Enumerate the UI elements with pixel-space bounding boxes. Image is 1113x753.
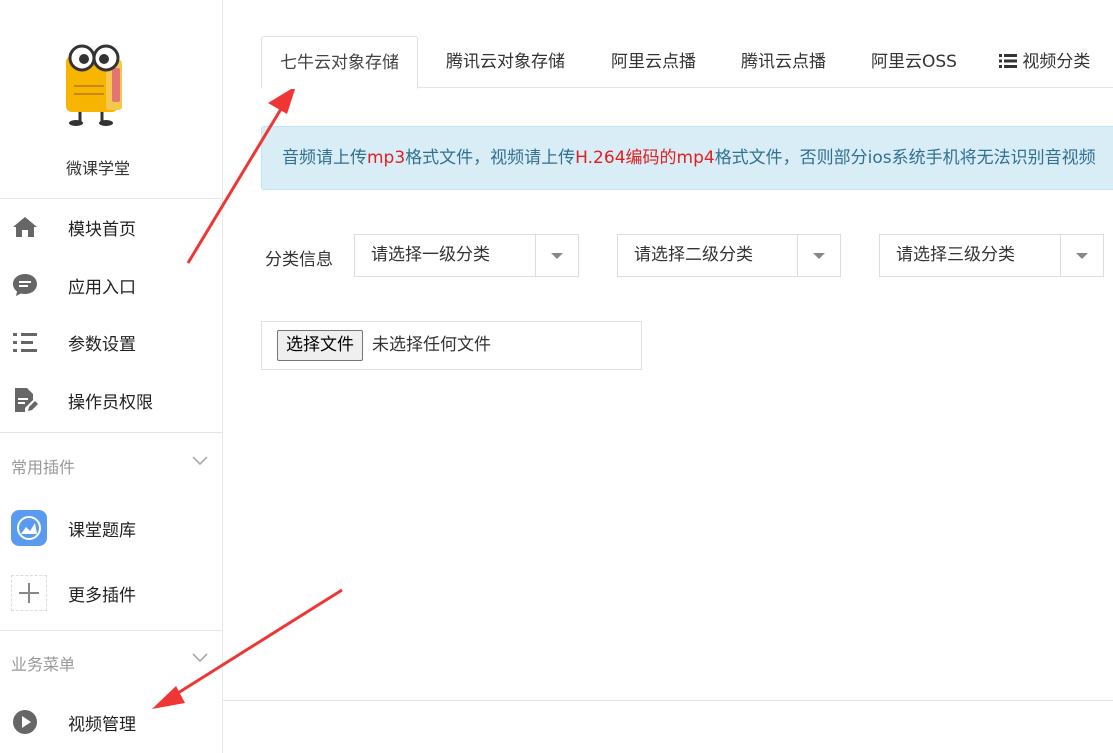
tab-label: 视频分类 (1022, 52, 1091, 72)
notice-text: 格式文件，视频请上传 (405, 148, 576, 168)
dropdown-toggle[interactable] (1060, 235, 1103, 276)
dropdown-toggle[interactable] (797, 235, 840, 276)
divider (0, 432, 222, 433)
nav-item-parameter-settings[interactable]: 参数设置 (0, 320, 222, 364)
caret-down-icon (813, 253, 825, 259)
select-level2-category[interactable]: 请选择二级分类 (617, 234, 841, 277)
file-upload-field: 选择文件 未选择任何文件 (261, 321, 642, 370)
select-value: 请选择三级分类 (896, 245, 1015, 265)
nav-item-classroom-quiz[interactable]: 课堂题库 (0, 506, 222, 550)
tab-tencent-storage[interactable]: 腾讯云对象存储 (446, 36, 565, 88)
upload-format-notice: 音频请上传mp3格式文件，视频请上传H.264编码的mp4格式文件，否则部分io… (261, 126, 1113, 190)
notice-text: 格式文件，否则部分ios系统手机将无法识别音视频 (714, 148, 1096, 168)
app-logo-icon (66, 44, 122, 126)
chat-bubble-icon (12, 272, 38, 298)
select-value: 请选择二级分类 (634, 245, 753, 265)
notice-highlight: H.264编码的mp4 (575, 148, 715, 168)
sidebar: 微课学堂 模块首页 应用入口 参数设置 操作员权限 常用插件 课堂题库 更多插件… (0, 0, 223, 753)
nav-label: 操作员权限 (68, 392, 153, 413)
choose-file-button[interactable]: 选择文件 (277, 330, 363, 361)
tab-qiniu-storage[interactable]: 七牛云对象存储 (261, 36, 418, 89)
section-title-common-plugins: 常用插件 (11, 458, 76, 477)
list-settings-icon (12, 329, 38, 355)
nav-item-video-management[interactable]: 视频管理 (0, 700, 222, 744)
nav-item-more-plugins[interactable]: 更多插件 (0, 571, 222, 615)
nav-label: 模块首页 (68, 219, 136, 240)
file-status-text: 未选择任何文件 (372, 335, 491, 355)
dropdown-toggle[interactable] (535, 235, 578, 276)
nav-label: 应用入口 (68, 277, 136, 298)
tab-aliyun-oss[interactable]: 阿里云OSS (871, 36, 957, 88)
divider (0, 630, 222, 631)
caret-down-icon (551, 253, 563, 259)
notice-text: 音频请上传 (282, 148, 367, 168)
app-name: 微课学堂 (65, 159, 130, 178)
plus-icon (11, 575, 47, 611)
caret-down-icon (1076, 253, 1088, 259)
notice-highlight: mp3 (367, 148, 406, 168)
select-level3-category[interactable]: 请选择三级分类 (879, 234, 1104, 277)
chevron-down-icon[interactable] (192, 652, 208, 664)
nav-item-app-entry[interactable]: 应用入口 (0, 263, 222, 307)
section-title-business-menu: 业务菜单 (11, 655, 76, 674)
select-level1-category[interactable]: 请选择一级分类 (354, 234, 579, 277)
chevron-down-icon[interactable] (192, 455, 208, 467)
nav-label: 更多插件 (68, 585, 136, 606)
tab-video-category[interactable]: 视频分类 (999, 36, 1090, 88)
list-icon (999, 54, 1017, 68)
category-label: 分类信息 (265, 250, 333, 270)
divider (0, 198, 222, 199)
nav-item-operator-permissions[interactable]: 操作员权限 (0, 378, 222, 422)
home-icon (12, 214, 38, 240)
edit-document-icon (12, 387, 38, 413)
logo-area: 微课学堂 (0, 0, 222, 198)
tab-tencent-vod[interactable]: 腾讯云点播 (741, 36, 826, 88)
nav-label: 课堂题库 (68, 520, 136, 541)
content-bottom-divider (222, 700, 1113, 701)
play-circle-icon (12, 709, 38, 735)
tab-bar: 七牛云对象存储 腾讯云对象存储 阿里云点播 腾讯云点播 阿里云OSS 视频分类 (261, 36, 1113, 89)
nav-item-module-home[interactable]: 模块首页 (0, 205, 222, 249)
tab-aliyun-vod[interactable]: 阿里云点播 (611, 36, 696, 88)
nav-label: 视频管理 (68, 714, 136, 735)
nav-label: 参数设置 (68, 334, 136, 355)
select-value: 请选择一级分类 (371, 245, 490, 265)
quiz-app-icon (11, 510, 47, 546)
